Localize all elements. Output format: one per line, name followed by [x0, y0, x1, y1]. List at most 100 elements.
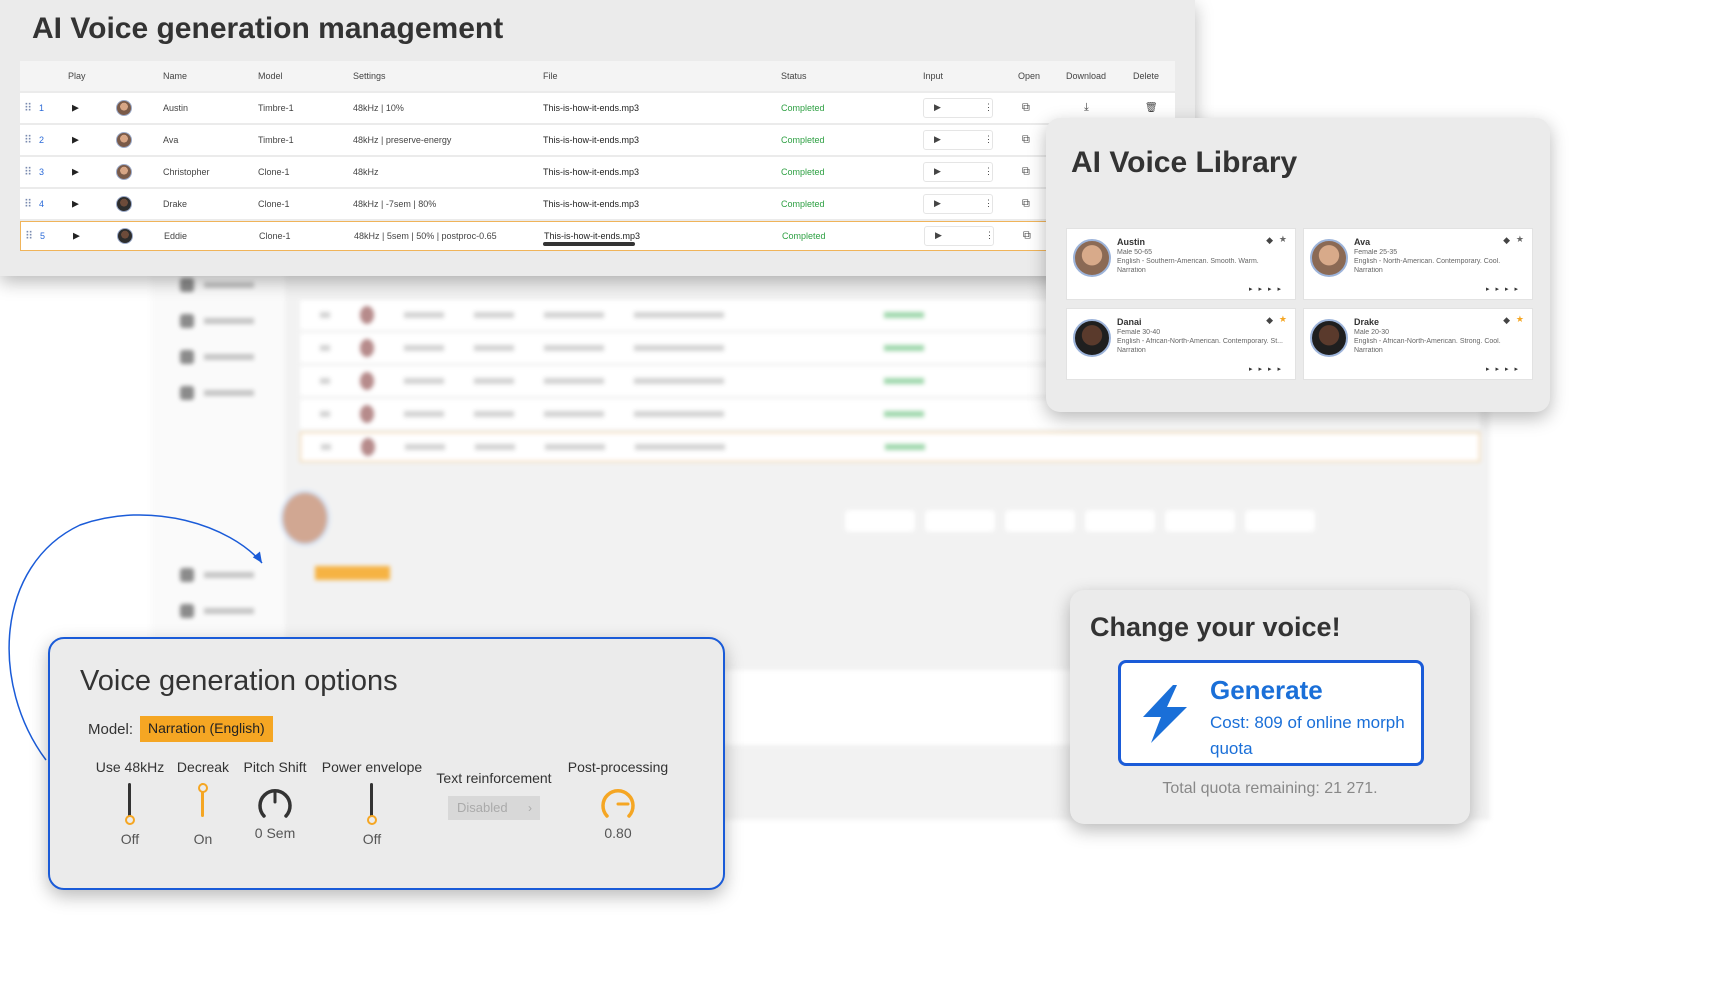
- col-settings[interactable]: Settings: [353, 71, 386, 81]
- col-download: Download: [1066, 71, 1107, 81]
- generate-cost: Cost: 809 of online morph quota: [1210, 713, 1405, 758]
- input-player[interactable]: ▶ ⋮: [923, 98, 993, 118]
- voice-card[interactable]: Drake Male 20-30 English - African-North-A…: [1303, 308, 1533, 380]
- open-external-icon[interactable]: ⧉: [1022, 198, 1030, 211]
- power-envelope-toggle[interactable]: [367, 783, 377, 825]
- decreak-toggle[interactable]: [198, 783, 208, 825]
- table-scrollbar[interactable]: [543, 242, 635, 246]
- tag-icon[interactable]: ◆: [1266, 235, 1273, 246]
- row-name: Eddie: [164, 231, 188, 241]
- model-select[interactable]: Narration (English): [140, 716, 273, 742]
- use48khz-toggle[interactable]: [125, 783, 135, 825]
- tag-icon[interactable]: ◆: [1503, 315, 1510, 326]
- input-player[interactable]: ▶ ⋮: [923, 130, 993, 150]
- row-file: This-is-how-it-ends.mp3: [543, 135, 640, 145]
- row-name: Christopher: [163, 167, 210, 177]
- row-number: 2: [39, 135, 45, 145]
- bg-sidebar-item: [180, 314, 260, 328]
- pitch-shift-dial[interactable]: [256, 783, 294, 825]
- star-icon[interactable]: ★: [1279, 314, 1287, 325]
- col-model[interactable]: Model: [258, 71, 283, 81]
- row-name: Austin: [163, 103, 189, 113]
- row-settings: 48kHz | -7sem | 80%: [353, 199, 437, 209]
- voice-card[interactable]: Ava Female 25-35 English - North-American.…: [1303, 228, 1533, 300]
- power-envelope-control[interactable]: Power envelope Off: [318, 759, 426, 847]
- table-row[interactable]: ⠿ 2 ▶ Ava Timbre-1 48kHz | preserve-energy Thi…: [20, 125, 1175, 155]
- drag-handle-icon[interactable]: ⠿: [24, 198, 32, 211]
- sample-play-icons[interactable]: ▸▸▸▸: [1486, 285, 1524, 293]
- play-icon[interactable]: ▶: [934, 166, 941, 177]
- input-player[interactable]: ▶ ⋮: [923, 162, 993, 182]
- row-number: 1: [39, 103, 45, 113]
- star-icon[interactable]: ★: [1516, 234, 1524, 245]
- sample-play-icons[interactable]: ▸▸▸▸: [1249, 365, 1287, 373]
- play-icon[interactable]: ▶: [934, 102, 941, 113]
- table-row[interactable]: ⠿ 4 ▶ Drake Clone-1 48kHz | -7sem | 80% This-i…: [20, 189, 1175, 219]
- col-file[interactable]: File: [543, 71, 558, 81]
- more-vertical-icon[interactable]: ⋮: [984, 198, 993, 209]
- more-vertical-icon[interactable]: ⋮: [984, 102, 993, 113]
- row-file: This-is-how-it-ends.mp3: [543, 199, 640, 209]
- open-external-icon[interactable]: ⧉: [1022, 102, 1030, 115]
- star-icon[interactable]: ★: [1279, 234, 1287, 245]
- sample-play-icons[interactable]: ▸▸▸▸: [1249, 285, 1287, 293]
- voice-card[interactable]: Danai Female 30-40 English - African-North…: [1066, 308, 1296, 380]
- avatar: [1073, 239, 1111, 277]
- generate-button[interactable]: Generate Cost: 809 of online morph quota: [1118, 660, 1424, 766]
- avatar: [116, 196, 132, 212]
- more-vertical-icon[interactable]: ⋮: [984, 134, 993, 145]
- post-processing-dial[interactable]: [599, 783, 637, 825]
- more-vertical-icon[interactable]: ⋮: [984, 166, 993, 177]
- play-icon[interactable]: ▶: [935, 230, 942, 241]
- play-icon[interactable]: ▶: [72, 135, 79, 146]
- status-badge: Completed: [781, 199, 825, 209]
- post-processing-control[interactable]: Post-processing 0.80: [564, 759, 672, 841]
- pitch-shift-control[interactable]: Pitch Shift 0 Sem: [240, 759, 310, 841]
- bg-sidebar-item: [180, 386, 260, 400]
- input-player[interactable]: ▶ ⋮: [923, 194, 993, 214]
- bg-chip: [845, 510, 915, 532]
- col-name[interactable]: Name: [163, 71, 187, 81]
- row-model: Clone-1: [258, 167, 290, 177]
- tag-icon[interactable]: ◆: [1266, 315, 1273, 326]
- play-icon[interactable]: ▶: [72, 103, 79, 114]
- table-row[interactable]: ⠿ 3 ▶ Christopher Clone-1 48kHz This-is-how-it…: [20, 157, 1175, 187]
- tag-icon[interactable]: ◆: [1503, 235, 1510, 246]
- input-player[interactable]: ▶ ⋮: [924, 226, 994, 246]
- more-vertical-icon[interactable]: ⋮: [985, 230, 994, 241]
- use48khz-control[interactable]: Use 48kHz Off: [94, 759, 166, 847]
- col-status[interactable]: Status: [781, 71, 807, 81]
- drag-handle-icon[interactable]: ⠿: [24, 166, 32, 179]
- download-icon[interactable]: ⤓: [1084, 102, 1089, 115]
- table-row[interactable]: ⠿ 1 ▶ Austin Timbre-1 48kHz | 10% This-is-how-…: [20, 93, 1175, 123]
- play-icon[interactable]: ▶: [72, 199, 79, 210]
- open-external-icon[interactable]: ⧉: [1022, 166, 1030, 179]
- voice-card[interactable]: Austin Male 50-65 English - Southern-Ameri…: [1066, 228, 1296, 300]
- trash-icon[interactable]: 🗑: [1145, 103, 1158, 114]
- star-icon[interactable]: ★: [1516, 314, 1524, 325]
- bg-chip: [1245, 510, 1315, 532]
- play-icon[interactable]: ▶: [73, 231, 80, 242]
- voice-card-grid: Austin Male 50-65 English - Southern-Ameri…: [1066, 226, 1534, 386]
- drag-handle-icon[interactable]: ⠿: [25, 230, 33, 243]
- drag-handle-icon[interactable]: ⠿: [24, 102, 32, 115]
- bg-sidebar-item: [180, 278, 260, 292]
- voice-category: Narration: [1354, 267, 1383, 274]
- pitch-shift-label: Pitch Shift: [243, 759, 307, 775]
- play-icon[interactable]: ▶: [72, 167, 79, 178]
- use48khz-label: Use 48kHz: [95, 759, 165, 775]
- use48khz-value: Off: [120, 831, 140, 847]
- sample-play-icons[interactable]: ▸▸▸▸: [1486, 365, 1524, 373]
- play-icon[interactable]: ▶: [934, 198, 941, 209]
- pitch-shift-value: 0 Sem: [254, 825, 296, 841]
- text-reinforcement-select: Disabled ›: [448, 796, 540, 820]
- model-label: Model:: [88, 721, 134, 738]
- open-external-icon[interactable]: ⧉: [1023, 230, 1031, 243]
- library-title: AI Voice Library: [1071, 146, 1298, 179]
- drag-handle-icon[interactable]: ⠿: [24, 134, 32, 147]
- table-row[interactable]: ⠿ 5 ▶ Eddie Clone-1 48kHz | 5sem | 50% | post…: [20, 221, 1175, 251]
- voice-name: Drake: [1354, 317, 1380, 327]
- decreak-control[interactable]: Decreak On: [174, 759, 232, 847]
- play-icon[interactable]: ▶: [934, 134, 941, 145]
- open-external-icon[interactable]: ⧉: [1022, 134, 1030, 147]
